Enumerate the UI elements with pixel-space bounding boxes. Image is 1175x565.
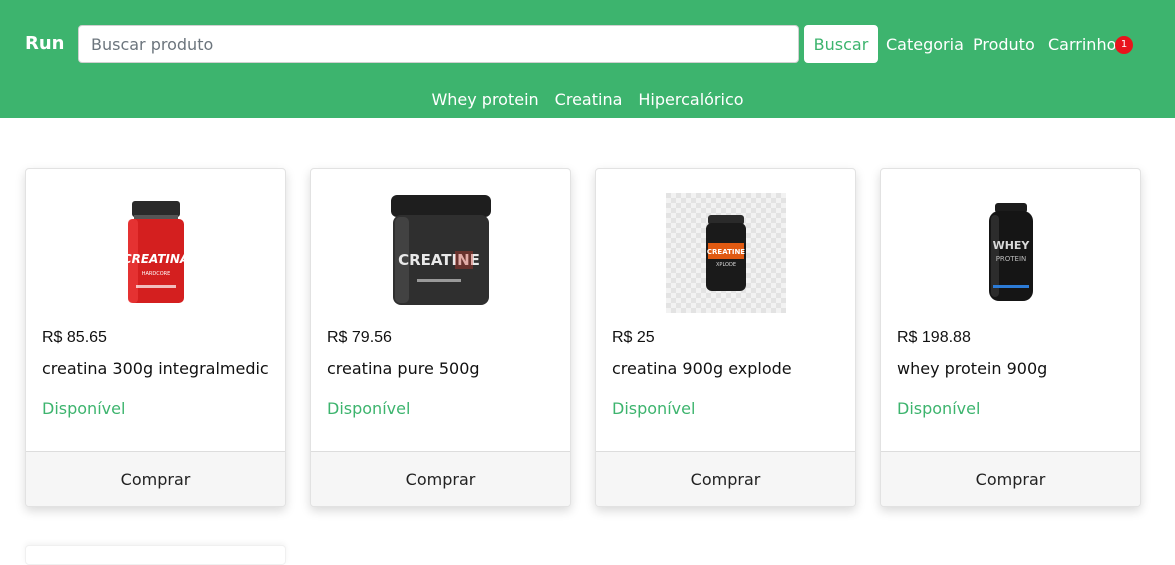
subnav-creatina[interactable]: Creatina xyxy=(555,90,623,109)
product-image-creatine-xplode[interactable]: CREATINE XPLODE xyxy=(666,193,786,313)
svg-text:CREATINE: CREATINE xyxy=(707,248,745,256)
svg-text:XPLODE: XPLODE xyxy=(716,262,736,268)
product-price: R$ 79.56 xyxy=(327,329,392,346)
buy-button[interactable]: Comprar xyxy=(26,451,285,506)
svg-text:CREATINA: CREATINA xyxy=(123,252,189,266)
product-image-creatine-pure[interactable]: CREATINE xyxy=(381,193,501,313)
top-navbar: Run Buscar Categoria Produto Carrinho 1 … xyxy=(0,0,1175,118)
product-card: CREATINE R$ 79.56 creatina pure 500g Dis… xyxy=(310,168,571,507)
svg-text:HARDCORE: HARDCORE xyxy=(142,271,171,277)
category-subnav: Whey protein Creatina Hipercalórico xyxy=(0,90,1175,109)
nav-link-categoria[interactable]: Categoria xyxy=(886,35,964,54)
product-title[interactable]: creatina 300g integralmedic xyxy=(42,359,269,378)
search-button[interactable]: Buscar xyxy=(804,25,878,63)
svg-text:WHEY: WHEY xyxy=(993,239,1031,252)
svg-text:PROTEIN: PROTEIN xyxy=(996,255,1027,263)
brand-logo[interactable]: Run xyxy=(25,33,65,54)
product-title[interactable]: creatina pure 500g xyxy=(327,359,480,378)
product-price: R$ 198.88 xyxy=(897,329,971,346)
next-row-card-edge xyxy=(25,545,286,565)
availability-status: Disponível xyxy=(897,399,981,418)
availability-status: Disponível xyxy=(42,399,126,418)
product-card: CREATINE XPLODE R$ 25 creatina 900g expl… xyxy=(595,168,856,507)
product-price: R$ 85.65 xyxy=(42,329,107,346)
nav-link-carrinho[interactable]: Carrinho xyxy=(1048,35,1116,54)
product-card: WHEY PROTEIN R$ 198.88 whey protein 900g… xyxy=(880,168,1141,507)
availability-status: Disponível xyxy=(327,399,411,418)
buy-button[interactable]: Comprar xyxy=(311,451,570,506)
buy-button[interactable]: Comprar xyxy=(881,451,1140,506)
subnav-whey-protein[interactable]: Whey protein xyxy=(431,90,538,109)
product-title[interactable]: creatina 900g explode xyxy=(612,359,792,378)
search-input[interactable] xyxy=(78,25,799,63)
buy-button[interactable]: Comprar xyxy=(596,451,855,506)
cart-count-badge: 1 xyxy=(1115,36,1133,54)
availability-status: Disponível xyxy=(612,399,696,418)
product-image-whey-protein[interactable]: WHEY PROTEIN xyxy=(951,193,1071,313)
product-card: CREATINA HARDCORE R$ 85.65 creatina 300g… xyxy=(25,168,286,507)
product-title[interactable]: whey protein 900g xyxy=(897,359,1047,378)
nav-link-produto[interactable]: Produto xyxy=(973,35,1035,54)
subnav-hipercalorico[interactable]: Hipercalórico xyxy=(638,90,743,109)
product-image-creatina-hardcore[interactable]: CREATINA HARDCORE xyxy=(96,193,216,313)
product-price: R$ 25 xyxy=(612,329,655,346)
